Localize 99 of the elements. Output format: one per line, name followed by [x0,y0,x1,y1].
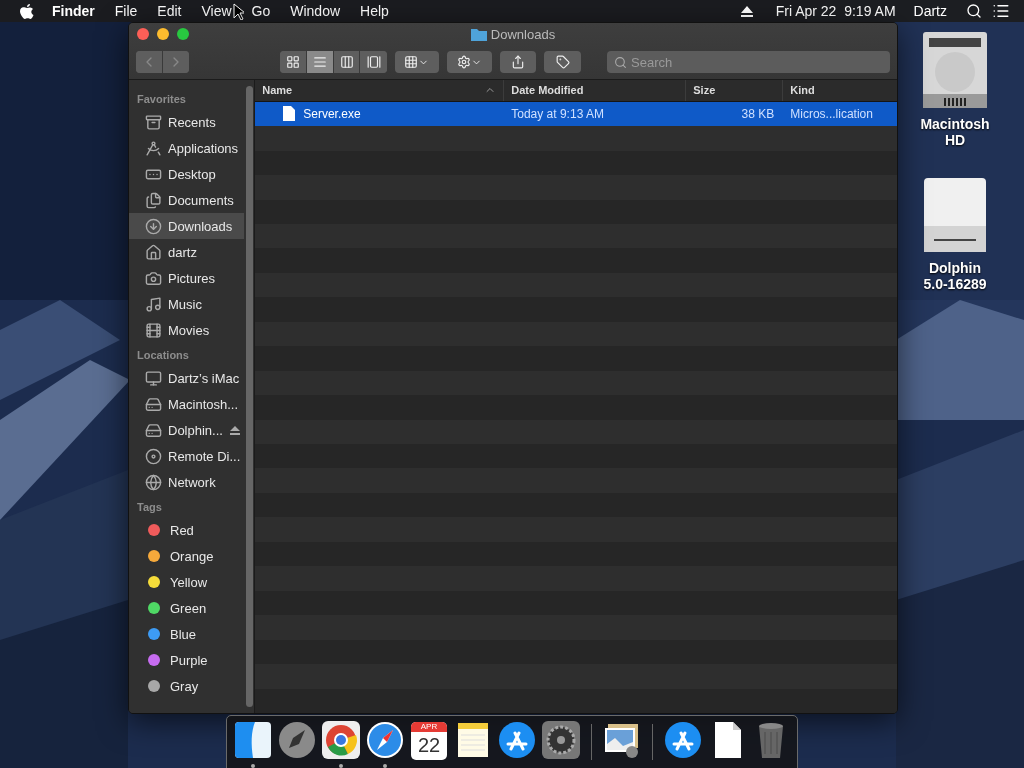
user-name[interactable]: Dartz [904,3,956,19]
sidebar-item[interactable]: Recents [129,109,245,135]
file-name: Server.exe [303,106,361,121]
calendar-icon[interactable]: APR 22 [411,722,447,760]
folder-icon [470,27,487,41]
column-header[interactable]: Kind [782,80,897,101]
share-icon [511,55,526,69]
tag-icon [555,55,570,69]
sidebar-item[interactable]: Desktop [129,161,245,187]
file-kind: Micros...lication [790,106,873,121]
menu-clock[interactable]: Fri Apr 22 9:19 AM [766,3,905,19]
monitor-icon [145,369,162,387]
share-button[interactable] [499,51,537,73]
browser-ring-icon[interactable] [321,720,361,760]
eject-icon[interactable] [740,5,753,17]
hard-drive-icon [145,395,162,413]
list-view-button[interactable] [307,51,334,73]
archive-icon [145,113,162,131]
sidebar-item[interactable]: dartz [129,239,245,265]
desktop-icon-label: Dolphin 5.0-16289 [922,260,988,292]
gallery-icon [366,55,381,69]
sidebar-item[interactable]: Gray [129,673,245,699]
app-badge-icon[interactable] [497,720,537,760]
date-modified: Today at 9:13 AM [511,106,604,121]
sidebar-item[interactable]: Network [129,469,245,495]
sidebar-item[interactable]: Orange [129,543,245,569]
column-header[interactable]: Size [685,80,783,101]
calendar-month: APR [411,722,447,732]
house-icon [145,243,162,261]
column-header[interactable]: Name [255,80,504,101]
sidebar-item[interactable]: Dartz’s iMac [129,365,245,391]
sidebar-item[interactable]: Purple [129,647,245,673]
menu-item[interactable]: Finder [42,3,105,19]
music-icon [145,295,162,313]
sidebar-item[interactable]: Red [129,517,245,543]
lines-icon [312,55,327,69]
grid-icon [404,55,419,69]
column-header[interactable]: Date Modified [503,80,686,101]
close-button[interactable] [137,28,149,40]
split-square-icon[interactable] [233,720,273,760]
search-field[interactable]: Search [607,51,890,73]
search-icon [614,56,627,69]
running-indicator [339,764,343,768]
action-button[interactable] [446,51,492,73]
minimize-button[interactable] [157,28,169,40]
camera-icon [145,269,162,287]
disc-icon [145,447,162,465]
sidebar-item[interactable]: Remote Di... [129,443,245,469]
columns-icon [339,55,354,69]
sidebar-item[interactable]: Dolphin... [129,417,245,443]
compass-icon [145,139,162,157]
film-icon [145,321,162,339]
running-indicator [383,764,387,768]
compass-icon[interactable] [365,720,405,760]
file-row[interactable]: Server.exe Today at 9:13 AM 38 KB Micros...lication [255,101,897,127]
menu-item[interactable]: File [104,3,148,19]
sidebar-item[interactable]: Green [129,595,245,621]
grid-icon [286,55,301,69]
sidebar-item[interactable]: Macintosh... [129,391,245,417]
scrollbar-thumb[interactable] [245,86,253,707]
calendar-day: 22 [417,732,441,758]
download-icon [145,217,162,235]
sidebar-item[interactable]: Movies [129,317,245,343]
eject-icon[interactable] [230,425,241,435]
zoom-button[interactable] [177,28,189,40]
app-badge-icon[interactable] [663,720,703,760]
sidebar-heading: Favorites [136,92,187,107]
globe-icon [145,473,162,491]
menu-item[interactable]: Edit [147,3,192,19]
file-size: 38 KB [741,106,775,121]
search-icon[interactable] [966,3,982,19]
menu-item[interactable]: Go [241,3,281,19]
gear-icon [456,55,471,69]
list-icon[interactable] [992,2,1010,20]
tag-button[interactable] [544,51,581,73]
window-title: Downloads [490,26,556,42]
gear-icon[interactable] [541,720,581,760]
sidebar-heading: Locations [136,348,190,363]
gallery-view-button[interactable] [360,51,388,73]
sidebar-item[interactable]: Applications [129,135,245,161]
drive-icon [145,421,162,439]
desktop-icon-label: Macintosh HD [919,116,991,148]
sidebar-item[interactable]: Blue [129,621,245,647]
running-indicator [251,764,255,768]
icon-view-button[interactable] [280,51,308,73]
menu-item[interactable]: Window [280,3,351,19]
sidebar-item[interactable]: Downloads [129,213,245,239]
menu-item[interactable]: Help [350,3,399,19]
sidebar-item[interactable]: Pictures [129,265,245,291]
arrange-button[interactable] [395,51,439,73]
sidebar-item[interactable]: Documents [129,187,245,213]
pointer-icon [233,3,244,20]
sidebar-heading: Tags [136,500,163,515]
sidebar-item[interactable]: Music [129,291,245,317]
documents-icon [145,191,162,209]
sidebar-item[interactable]: Yellow [129,569,245,595]
column-view-button[interactable] [333,51,361,73]
document-icon [283,106,296,122]
apple-icon[interactable] [20,3,34,19]
